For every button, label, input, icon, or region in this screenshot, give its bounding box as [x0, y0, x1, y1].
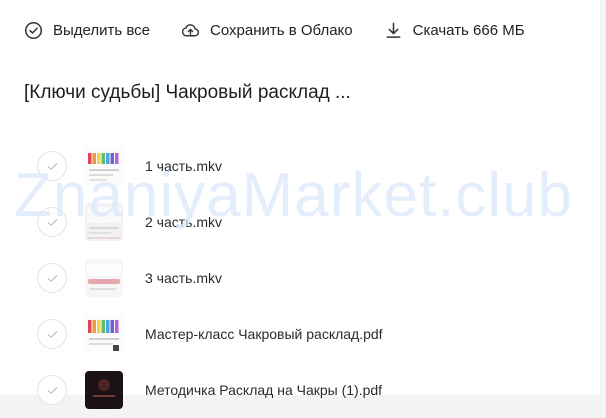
file-row[interactable]: Мастер-класс Чакровый расклад.pdf	[37, 306, 577, 362]
file-row[interactable]: 2 часть.mkv	[37, 194, 577, 250]
file-name: Методичка Расклад на Чакры (1).pdf	[145, 382, 383, 398]
file-name: 1 часть.mkv	[145, 158, 223, 174]
chakra-cards-image	[85, 315, 123, 353]
file-name: 3 часть.mkv	[145, 270, 223, 286]
file-checkbox[interactable]	[37, 263, 67, 293]
select-all-label: Выделить все	[53, 21, 151, 39]
toolbar: Выделить все Сохранить в Облако Скачать …	[24, 19, 556, 41]
light-document-image	[85, 203, 123, 241]
download-button[interactable]: Скачать 666 МБ	[384, 21, 525, 40]
chakra-cards-image	[85, 147, 123, 185]
file-panel: Выделить все Сохранить в Облако Скачать …	[0, 0, 600, 409]
file-checkbox[interactable]	[37, 151, 67, 181]
file-name: Мастер-класс Чакровый расклад.pdf	[145, 326, 383, 342]
folder-title: [Ключи судьбы] Чакровый расклад ...	[24, 82, 351, 103]
file-thumbnail	[85, 371, 123, 409]
file-thumbnail	[85, 315, 123, 353]
check-circle-icon	[24, 21, 43, 39]
file-checkbox[interactable]	[37, 319, 67, 349]
file-row[interactable]: 1 часть.mkv	[37, 138, 577, 194]
dark-cover-image	[85, 371, 123, 409]
file-checkbox[interactable]	[37, 375, 67, 405]
download-label: Скачать 666 МБ	[412, 21, 525, 39]
save-to-cloud-label: Сохранить в Облако	[210, 21, 353, 39]
pink-stripe-image	[85, 259, 123, 297]
download-icon	[386, 22, 401, 38]
file-checkbox[interactable]	[37, 207, 67, 237]
file-list: 1 часть.mkv 2 часть.mkv 3 часть.mkv Маст…	[37, 138, 577, 418]
save-to-cloud-button[interactable]: Сохранить в Облако	[181, 21, 353, 40]
checkmark-icon	[47, 218, 57, 226]
file-thumbnail	[85, 147, 123, 185]
file-row[interactable]: 3 часть.mkv	[37, 250, 577, 306]
select-all-button[interactable]: Выделить все	[24, 21, 150, 40]
checkmark-icon	[47, 330, 57, 338]
file-thumbnail	[85, 259, 123, 297]
file-thumbnail	[85, 203, 123, 241]
file-row[interactable]: Методичка Расклад на Чакры (1).pdf	[37, 362, 577, 418]
checkmark-icon	[47, 274, 57, 282]
cloud-upload-icon	[181, 23, 200, 36]
checkmark-icon	[47, 162, 57, 170]
file-name: 2 часть.mkv	[145, 214, 223, 230]
